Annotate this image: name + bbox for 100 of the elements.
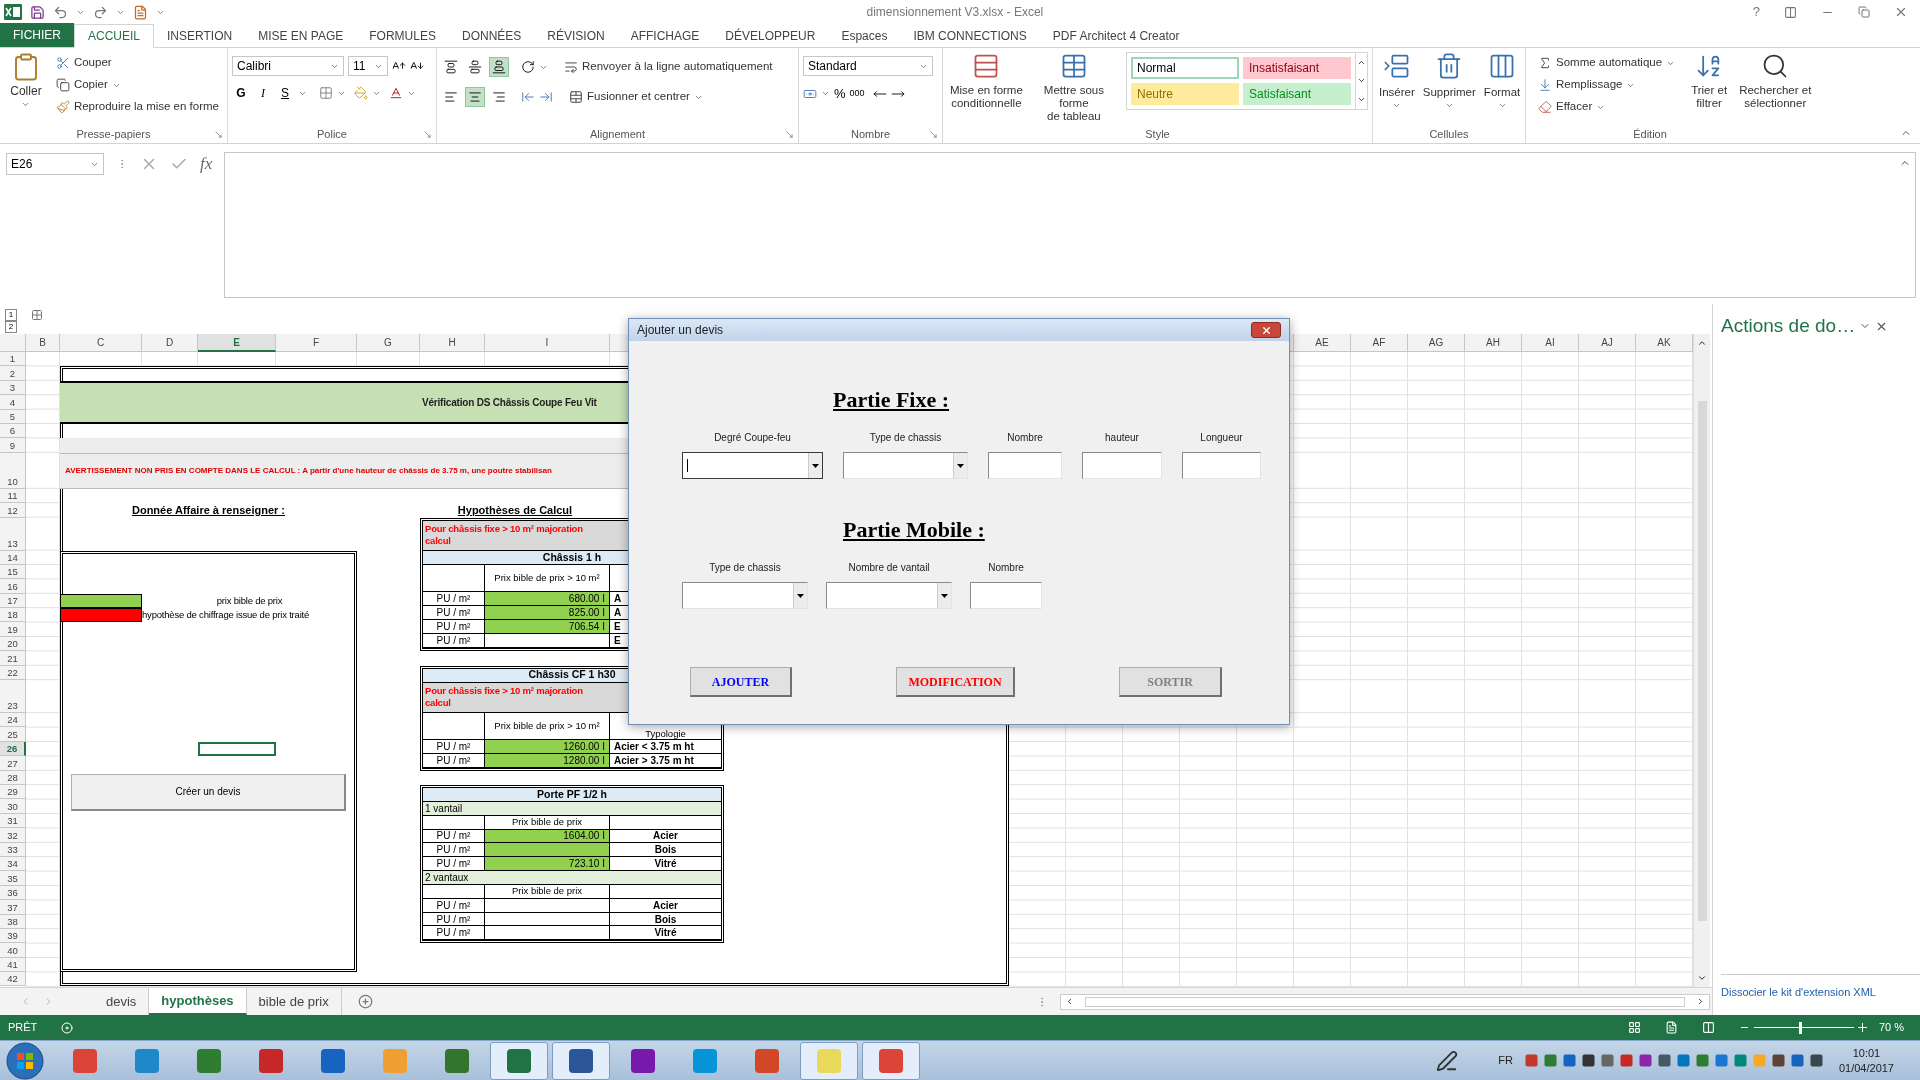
row-header[interactable]: 21 — [0, 651, 26, 666]
italic-button[interactable]: I — [254, 84, 272, 102]
status-text: PRÊT — [8, 1020, 38, 1036]
percent-button[interactable]: % — [834, 84, 846, 104]
ribbon-tab[interactable]: AFFICHAGE — [617, 25, 713, 47]
wrap-text-button[interactable]: Renvoyer à la ligne automatiquement — [560, 56, 777, 78]
bold-button[interactable]: G — [232, 84, 250, 102]
cell-style[interactable]: Normal — [1131, 57, 1239, 79]
row-header[interactable]: 1 — [0, 352, 26, 367]
cell-style[interactable]: Neutre — [1131, 83, 1239, 105]
column-header[interactable]: G — [357, 334, 420, 352]
thousands-button[interactable]: 000 — [849, 87, 865, 101]
column-header[interactable]: D — [142, 334, 198, 352]
column-header: Prix bible de prix — [485, 815, 610, 829]
sheet-tab[interactable]: hypothèses — [149, 988, 247, 1015]
font-family-select[interactable]: Calibri — [232, 56, 344, 76]
row-header[interactable]: 10 — [0, 452, 26, 489]
column-header[interactable]: E — [198, 334, 276, 352]
field-label: Nombre — [1006, 431, 1044, 444]
row-header[interactable]: 19 — [0, 622, 26, 637]
fill-button[interactable]: Remplissage — [1534, 74, 1680, 96]
column-header[interactable]: AI — [1522, 334, 1579, 352]
cell-style[interactable]: Satisfaisant — [1243, 83, 1351, 105]
paste-button[interactable]: Coller — [4, 52, 48, 109]
field-label: Nombre — [987, 561, 1025, 574]
outline-level-button[interactable]: 1 — [5, 309, 17, 321]
clock-time[interactable]: 10:01 — [1852, 1045, 1881, 1061]
type-cell-text: Acier > 3.75 m ht — [613, 753, 695, 767]
row-header[interactable]: 40 — [0, 943, 26, 958]
column-header[interactable]: H — [420, 334, 485, 352]
row-header[interactable]: 18 — [0, 608, 26, 623]
row-header[interactable]: 27 — [0, 756, 26, 771]
type-cell-text: Vitré — [653, 857, 678, 871]
merge-button[interactable]: Fusionner et centrer — [565, 86, 707, 108]
ribbon-tab[interactable]: PDF Architect 4 Creator — [1039, 25, 1193, 47]
row-header[interactable]: 23 — [0, 680, 26, 714]
find-select-button[interactable]: Rechercher et sélectionner — [1739, 52, 1812, 110]
name-box[interactable]: E26 — [6, 153, 104, 175]
format-button[interactable]: Format — [1481, 52, 1523, 111]
format-painter-button[interactable]: Reproduire la mise en forme — [51, 96, 223, 118]
column-header[interactable]: F — [276, 334, 357, 352]
field-label: Longueur — [1199, 431, 1244, 444]
language-indicator[interactable]: FR — [1498, 1052, 1513, 1069]
create-quote-button[interactable]: Créer un devis — [71, 773, 346, 811]
dialog-button[interactable]: AJOUTER — [690, 667, 792, 697]
row-header[interactable]: 24 — [0, 713, 26, 728]
column-header[interactable]: AG — [1408, 334, 1465, 352]
row-header[interactable]: 42 — [0, 972, 26, 987]
insert-button[interactable]: Insérer — [1377, 52, 1417, 111]
clock-date[interactable]: 01/04/2017 — [1838, 1060, 1894, 1076]
column-header[interactable]: AF — [1351, 334, 1408, 352]
ribbon-tab[interactable]: FORMULES — [356, 25, 449, 47]
number-format-select[interactable]: Standard — [803, 56, 933, 76]
row-header[interactable]: 4 — [0, 395, 26, 410]
column-header[interactable]: I — [485, 334, 610, 352]
delete-button[interactable]: Supprimer — [1420, 52, 1478, 111]
row-header[interactable]: 9 — [0, 438, 26, 453]
row-header[interactable]: 35 — [0, 871, 26, 886]
conditional-format-button[interactable]: Mise en forme conditionnelle — [947, 52, 1026, 110]
column-header[interactable]: B — [26, 334, 60, 352]
row-header[interactable]: 16 — [0, 579, 26, 594]
column-header[interactable]: AK — [1636, 334, 1693, 352]
row-header[interactable]: 12 — [0, 503, 26, 518]
column-header[interactable]: C — [60, 334, 142, 352]
font-size-select[interactable]: 11 — [348, 56, 388, 76]
ribbon-tab[interactable]: ACCUEIL — [74, 24, 154, 48]
format-as-table-button[interactable]: Mettre sous forme de tableau — [1029, 52, 1118, 123]
sort-filter-button[interactable]: Trier et filtrer — [1691, 52, 1728, 110]
ribbon-tab[interactable]: Espaces — [828, 25, 901, 47]
autosum-button[interactable]: Somme automatique — [1534, 52, 1680, 74]
ribbon-tab[interactable]: MISE EN PAGE — [245, 25, 357, 47]
row-header[interactable]: 37 — [0, 900, 26, 915]
insert-function-button[interactable]: fx — [200, 151, 221, 177]
ribbon-tab[interactable]: DÉVELOPPEUR — [712, 25, 829, 47]
copy-button[interactable]: Copier — [51, 74, 223, 96]
row-header[interactable]: 2 — [0, 366, 26, 381]
ribbon-tab[interactable]: IBM CONNECTIONS — [900, 25, 1040, 47]
column-header[interactable]: AE — [1294, 334, 1351, 352]
row-header[interactable]: 30 — [0, 799, 26, 814]
section-label: 2 vantaux — [423, 871, 721, 885]
zoom-level[interactable]: 70 % — [1878, 1019, 1904, 1036]
outline-level-button[interactable]: 2 — [5, 321, 17, 333]
type-cell-text: Vitré — [653, 926, 678, 940]
ribbon-tab[interactable]: INSERTION — [154, 25, 246, 47]
row-header[interactable]: 32 — [0, 828, 26, 843]
field-label: Nombre de vantail — [847, 561, 931, 574]
column-header[interactable]: AH — [1465, 334, 1522, 352]
help-button[interactable]: ? — [1744, 2, 1768, 22]
cut-button[interactable]: Couper — [51, 52, 223, 74]
clear-button[interactable]: Effacer — [1534, 96, 1680, 118]
ribbon-tab[interactable]: FICHIER — [0, 23, 74, 47]
detach-xml-link[interactable]: Dissocier le kit d'extension XML — [1721, 986, 1876, 998]
ribbon-tab[interactable]: RÉVISION — [534, 25, 618, 47]
row-header[interactable]: 13 — [0, 517, 26, 551]
group-label: Style — [1144, 127, 1171, 142]
cell-style[interactable]: Insatisfaisant — [1243, 57, 1351, 79]
ribbon-tab[interactable]: DONNÉES — [448, 25, 535, 47]
row-header[interactable]: 25 — [0, 727, 26, 742]
underline-button[interactable]: S — [276, 84, 294, 102]
column-header[interactable]: AJ — [1579, 334, 1636, 352]
